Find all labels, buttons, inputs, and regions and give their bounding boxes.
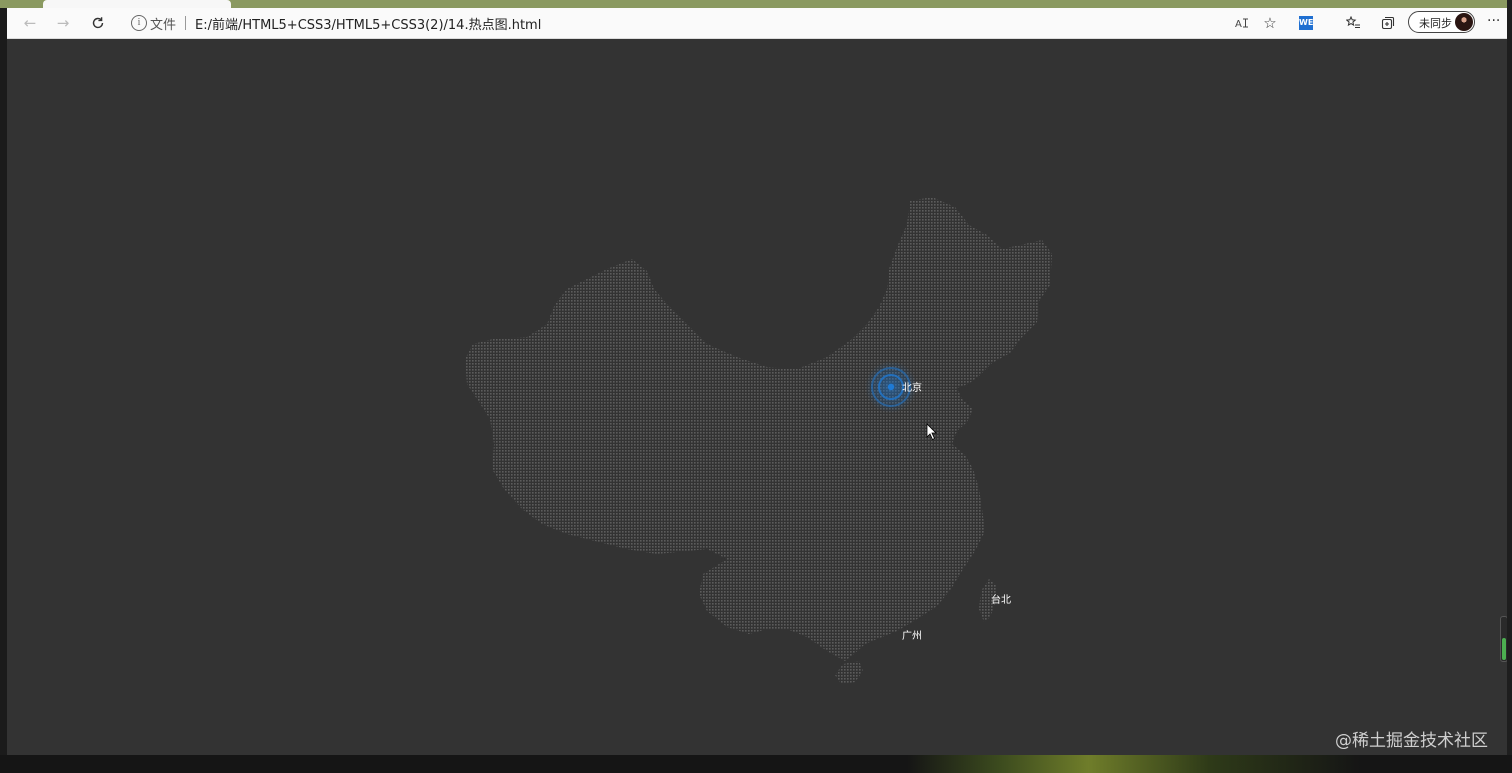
sync-status-label: 未同步 [1419,17,1452,30]
taskbar-strip [0,755,1512,773]
favorites-list-icon[interactable] [1344,12,1362,34]
mouse-cursor-icon [926,423,938,445]
browser-window: ← → i 文件 E:/前端/HTML5+CSS3/HTML5+CSS3(2)/… [7,8,1507,755]
browser-toolbar: ← → i 文件 E:/前端/HTML5+CSS3/HTML5+CSS3(2)/… [7,8,1507,39]
address-scheme-label: 文件 [150,18,177,33]
hotspot-map: 北京 台北 广州 [7,39,1507,755]
city-label-taipei: 台北 [991,593,1011,606]
china-dot-map: 北京 台北 广州 [465,197,1052,684]
avatar [1455,13,1473,31]
ellipsis-icon[interactable]: ··· [1487,13,1500,29]
info-icon[interactable]: i [131,15,147,31]
collections-icon[interactable] [1379,12,1397,34]
star-icon[interactable]: ☆ [1261,12,1279,34]
address-url[interactable]: E:/前端/HTML5+CSS3/HTML5+CSS3(2)/14.热点图.ht… [195,14,541,33]
profile-sync-button[interactable]: 未同步 [1408,11,1475,33]
mainland-shape [465,197,1052,661]
svg-text:A: A [1235,19,1242,30]
desktop-edge [1507,0,1512,773]
watermark: @稀土掘金技术社区 [1335,731,1488,751]
city-label-beijing: 北京 [902,381,922,394]
forward-arrow-icon[interactable]: → [52,12,74,34]
read-aloud-icon[interactable]: A [1233,12,1251,34]
city-label-guangzhou: 广州 [902,630,922,642]
beijing-hotspot-dot[interactable] [887,383,895,391]
hainan-shape [835,661,863,684]
extension-we-icon[interactable]: WE [1297,12,1315,34]
refresh-icon[interactable] [87,12,109,34]
browser-tab[interactable] [43,0,231,8]
back-arrow-icon[interactable]: ← [19,12,41,34]
address-divider [185,16,186,30]
page-scroll-indicator[interactable] [1500,616,1507,662]
